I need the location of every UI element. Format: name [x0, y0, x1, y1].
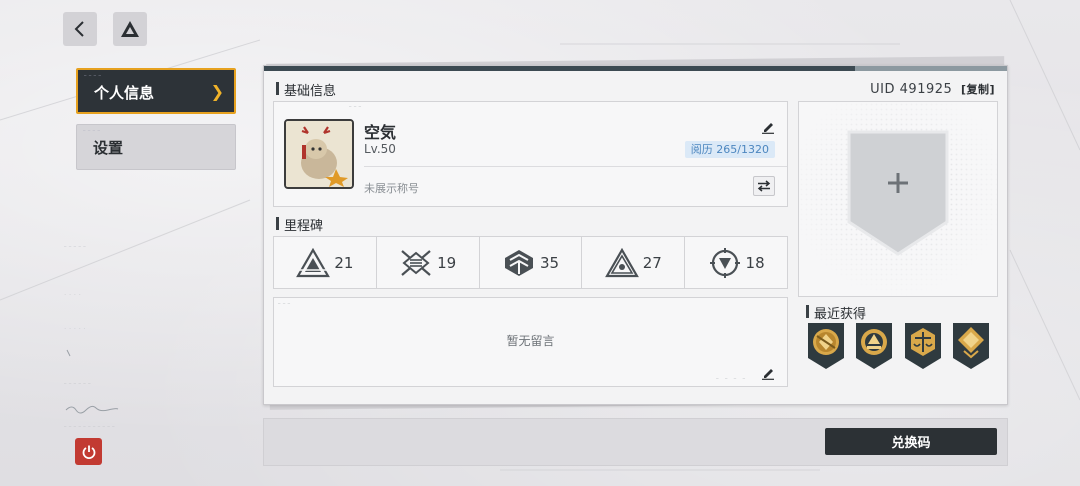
experience-value: 265/1320: [716, 143, 769, 156]
badge-display-card: [798, 101, 998, 297]
swap-title-button[interactable]: [753, 176, 775, 196]
home-triangle-icon: [121, 21, 139, 37]
milestone-item[interactable]: 21: [274, 237, 377, 288]
menu-item-label: 个人信息: [94, 84, 155, 102]
milestone-value: 35: [539, 253, 560, 272]
menu-item-deco-text: — — — —: [84, 73, 101, 78]
menu-item-label: 设置: [93, 139, 124, 157]
milestone-item[interactable]: 18: [685, 237, 787, 288]
username: 空気: [364, 123, 397, 142]
back-button[interactable]: [63, 12, 97, 46]
medal-4[interactable]: [952, 322, 990, 370]
redeem-code-button[interactable]: 兑换码: [825, 428, 997, 455]
milestone-item[interactable]: 35: [480, 237, 583, 288]
edit-name-icon[interactable]: [761, 120, 775, 134]
chevron-right-icon: ❯: [210, 82, 224, 101]
svg-text:— — — — — — — — — — —: — — — — — — — — — — —: [64, 424, 115, 429]
menu-item-deco-text: — — — —: [83, 128, 100, 133]
home-button[interactable]: [113, 12, 147, 46]
uid-value: 491925: [899, 82, 953, 97]
medal-2[interactable]: [855, 322, 893, 370]
milestone-item[interactable]: 19: [377, 237, 480, 288]
edit-message-icon[interactable]: [761, 366, 775, 380]
card-deco-text: — — —: [349, 104, 362, 109]
svg-text:— — — — —: — — — — —: [64, 244, 86, 249]
chevron-left-icon: [74, 21, 84, 37]
medal-3[interactable]: [904, 322, 942, 370]
menu-item-profile[interactable]: — — — — 个人信息 ❯: [76, 68, 236, 114]
svg-text:— — — — — —: — — — — — —: [64, 381, 91, 386]
message-board: — — — 暂无留言 — — — —: [273, 297, 788, 387]
target-emblem-icon: [709, 247, 740, 278]
medal-1[interactable]: [807, 322, 845, 370]
message-empty-text: 暂无留言: [506, 334, 555, 348]
recent-title: 最近获得: [806, 303, 866, 322]
badge-slot-shield[interactable]: [847, 130, 949, 256]
milestone-value: 19: [437, 253, 457, 272]
milestones-row: 21 19 35 27 18: [273, 236, 788, 289]
power-button[interactable]: [75, 438, 102, 465]
profile-card: — — — 空気 Lv.50 阅历 265/1320 未展示称号: [273, 101, 788, 207]
copy-uid-button[interactable]: [复制]: [961, 83, 995, 96]
svg-text:- - - -: - - - -: [64, 292, 81, 297]
crossed-emblem-icon: [401, 249, 431, 276]
profile-divider: [364, 166, 787, 167]
milestones-title: 里程碑: [276, 215, 323, 234]
title-placeholder: 未展示称号: [364, 182, 419, 195]
milestone-value: 27: [642, 253, 662, 272]
player-level: Lv.50: [364, 142, 396, 156]
uid-label: UID: [870, 82, 896, 97]
chevron-emblem-icon: [504, 249, 533, 276]
basic-info-title: 基础信息: [276, 80, 336, 99]
avatar-character-icon: [286, 121, 352, 187]
pyramid-emblem-icon: [604, 247, 639, 277]
milestone-value: 18: [745, 253, 765, 272]
menu-item-settings[interactable]: — — — — 设置: [76, 124, 236, 170]
panel-topbar: [264, 66, 1007, 71]
swap-arrows-icon: [757, 180, 771, 192]
profile-panel: 基础信息 UID 491925 [复制] — — — 空気 Lv.50 阅历 2…: [263, 65, 1008, 405]
svg-text:- - - - -: - - - - -: [64, 326, 86, 331]
message-deco-footer: — — — —: [716, 376, 747, 381]
experience-badge: 阅历 265/1320: [684, 141, 775, 158]
message-deco-text: — — —: [278, 301, 291, 306]
milestone-value: 21: [334, 253, 354, 272]
power-icon: [82, 445, 95, 459]
uid-display: UID 491925 [复制]: [870, 81, 995, 97]
experience-label: 阅历: [690, 143, 713, 156]
avatar[interactable]: [284, 119, 354, 189]
milestone-item[interactable]: 27: [582, 237, 686, 288]
triangle-emblem-icon: [296, 247, 331, 277]
